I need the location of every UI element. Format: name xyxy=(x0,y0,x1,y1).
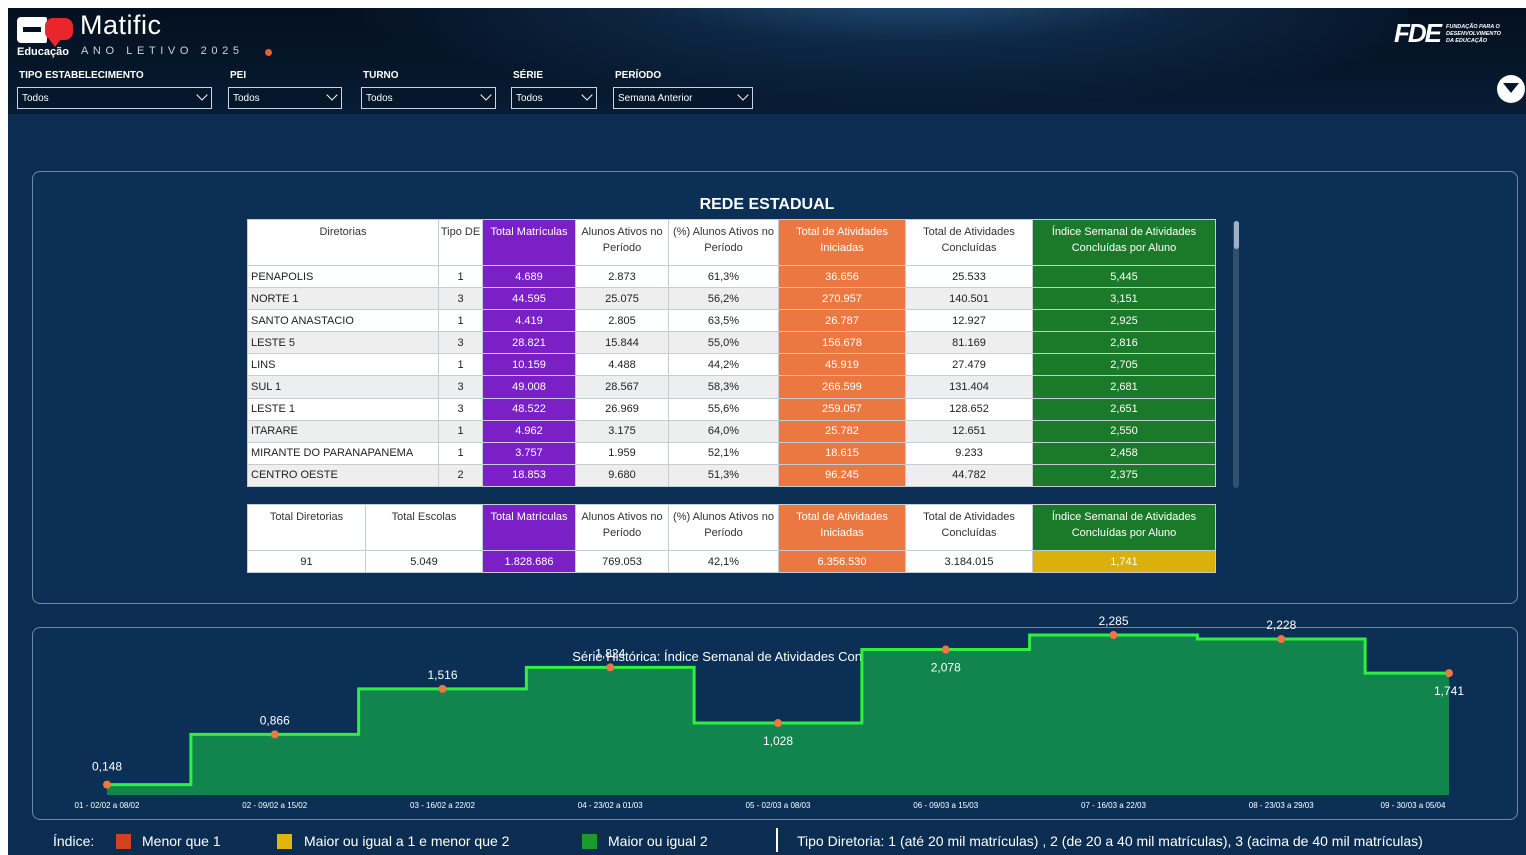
chart-x-tick-label: 03 - 16/02 a 22/02 xyxy=(410,801,475,810)
chart-value-label: 0,148 xyxy=(92,760,122,774)
chart-x-tick-label: 09 - 30/03 a 05/04 xyxy=(1381,801,1446,810)
legend-swatch-green xyxy=(582,834,597,849)
legend-label: Índice: xyxy=(53,833,95,849)
chart-point[interactable] xyxy=(941,645,950,654)
chart-value-label: 1,516 xyxy=(427,668,457,682)
chart-x-tick-label: 06 - 09/03 a 15/03 xyxy=(913,801,978,810)
chart-area xyxy=(107,635,1449,795)
chart-value-label: 1,741 xyxy=(1434,684,1464,698)
legend-swatch-yellow xyxy=(277,834,292,849)
chart-value-label: 2,285 xyxy=(1098,614,1128,628)
chart-x-tick-label: 08 - 23/03 a 29/03 xyxy=(1249,801,1314,810)
legend-item-entre: Maior ou igual a 1 e menor que 2 xyxy=(304,833,510,849)
chart-point[interactable] xyxy=(1445,669,1453,678)
legend-item-maior: Maior ou igual 2 xyxy=(608,833,708,849)
serie-historica-chart: 0,148 01 - 02/02 a 08/02 0,866 02 - 09/02 a… xyxy=(75,614,1465,810)
chart-point[interactable] xyxy=(606,663,615,672)
chart-x-tick-label: 07 - 16/03 a 22/03 xyxy=(1081,801,1146,810)
chart-value-label: 2,078 xyxy=(931,661,961,675)
chart-x-tick-label: 01 - 02/02 a 08/02 xyxy=(75,801,140,810)
legend-separator xyxy=(776,828,778,852)
chart-value-label: 1,824 xyxy=(595,646,625,660)
chart-point[interactable] xyxy=(270,730,279,739)
dashboard-frame: Matific Educação ANO LETIVO 2025 TIPO ES… xyxy=(8,8,1526,855)
chart-point[interactable] xyxy=(1277,635,1286,644)
legend-tipo-diretoria: Tipo Diretoria: 1 (até 20 mil matrículas… xyxy=(797,833,1423,849)
legend-item-menor: Menor que 1 xyxy=(142,833,221,849)
legend-swatch-red xyxy=(116,834,131,849)
chart-x-tick-label: 05 - 02/03 a 08/03 xyxy=(746,801,811,810)
chart-x-tick-label: 04 - 23/02 a 01/03 xyxy=(578,801,643,810)
chart-value-label: 1,028 xyxy=(763,734,793,748)
chart-point[interactable] xyxy=(774,719,782,728)
chart-x-tick-label: 02 - 09/02 a 15/02 xyxy=(242,801,307,810)
chart-point[interactable] xyxy=(1109,631,1118,640)
chart-point[interactable] xyxy=(103,780,111,789)
legend-bar: Índice: Menor que 1 Maior ou igual a 1 e… xyxy=(8,828,1526,855)
chart-value-label: 2,228 xyxy=(1266,618,1296,632)
chart-value-label: 0,866 xyxy=(260,713,290,727)
chart-point[interactable] xyxy=(438,684,447,693)
